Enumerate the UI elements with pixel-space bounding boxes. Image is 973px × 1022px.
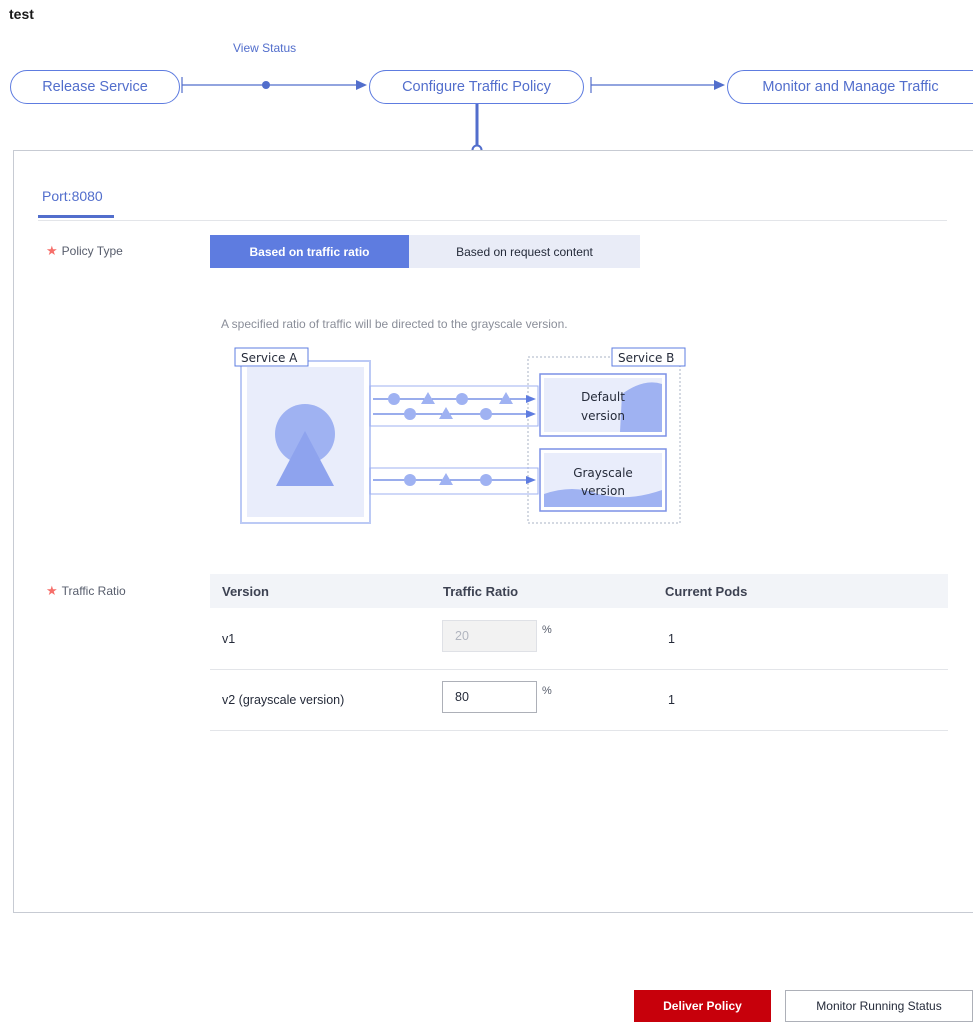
step-release-service[interactable]: Release Service [10,70,180,104]
view-status-dot[interactable] [262,81,270,89]
table-row: v2 (grayscale version) % 1 [210,669,948,731]
policy-type-label-text: Policy Type [61,244,123,258]
default-version-line1: Default [581,390,625,404]
table-row: v1 % 1 [210,608,948,670]
traffic-ratio-label-text: Traffic Ratio [61,584,126,598]
traffic-ratio-input-v1 [442,620,537,652]
view-status-link[interactable]: View Status [233,41,296,55]
policy-type-label: ★ Policy Type [46,243,123,259]
pods-cell: 1 [668,632,675,646]
traffic-ratio-label: ★ Traffic Ratio [46,583,126,599]
table-header: Version Traffic Ratio Current Pods [210,574,948,608]
traffic-ratio-input-v2[interactable] [442,681,537,713]
monitor-running-status-button[interactable]: Monitor Running Status [785,990,973,1022]
version-cell: v2 (grayscale version) [222,693,345,707]
service-a-label: Service A [241,351,298,365]
deliver-policy-button[interactable]: Deliver Policy [634,990,771,1022]
column-current-pods: Current Pods [665,584,748,599]
step-configure-traffic-policy[interactable]: Configure Traffic Policy [369,70,584,104]
service-b-label: Service B [618,351,674,365]
column-traffic-ratio: Traffic Ratio [443,584,519,599]
step-monitor-manage-traffic[interactable]: Monitor and Manage Traffic [727,70,973,104]
required-mark: ★ [46,243,58,258]
policy-option-request-content[interactable]: Based on request content [409,235,640,268]
percent-unit: % [542,685,552,697]
percent-unit: % [542,624,552,636]
version-cell: v1 [222,632,236,646]
tab-active-indicator [38,215,114,218]
default-version-line2: version [581,409,625,423]
policy-description: A specified ratio of traffic will be dir… [221,317,568,331]
app-title: test [9,6,34,22]
tab-port-8080[interactable]: Port:8080 [42,188,103,204]
grayscale-version-line1: Grayscale [573,466,633,480]
tab-divider [38,220,947,221]
required-mark: ★ [46,583,58,598]
column-version: Version [222,584,269,599]
policy-option-traffic-ratio[interactable]: Based on traffic ratio [210,235,409,268]
grayscale-version-line2: version [581,484,625,498]
traffic-diagram: Service A Service B Default version Gray… [234,347,686,524]
pods-cell: 1 [668,693,675,707]
